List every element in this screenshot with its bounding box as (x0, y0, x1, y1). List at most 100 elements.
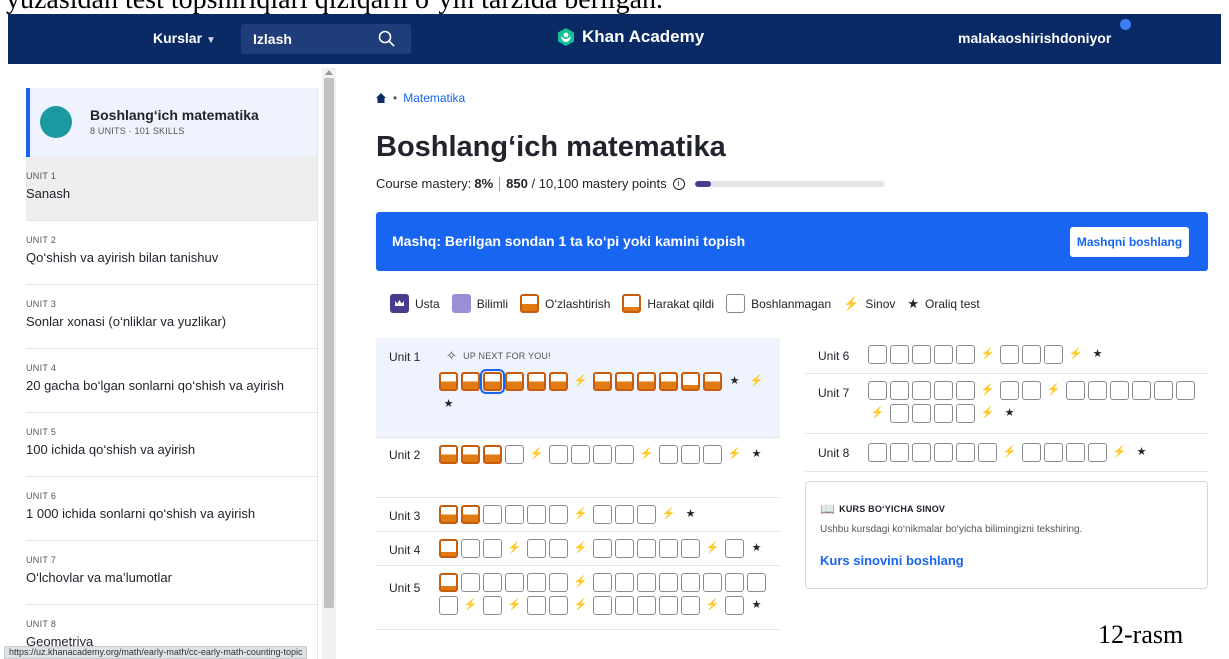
skill-not-started[interactable] (868, 345, 887, 364)
skill-familiar[interactable] (483, 445, 502, 464)
skill-not-started[interactable] (725, 573, 744, 592)
skill-not-started[interactable] (956, 443, 975, 462)
unit-test-star-icon[interactable]: ★ (1000, 404, 1019, 423)
skill-not-started[interactable] (461, 573, 480, 592)
skill-familiar[interactable] (461, 505, 480, 524)
unit-row-label[interactable]: Unit 1 (389, 350, 420, 364)
skill-not-started[interactable] (1022, 381, 1041, 400)
sidebar-item-unit-3[interactable]: UNIT 3 Sonlar xonasi (o‘nliklar va yuzlik… (26, 285, 317, 349)
scroll-up-icon[interactable] (325, 70, 333, 75)
sidebar-item-unit-1[interactable]: UNIT 1 Sanash (26, 157, 317, 221)
skill-not-started[interactable] (615, 445, 634, 464)
unit-test-star-icon[interactable]: ★ (747, 445, 766, 464)
quiz-lightning-icon[interactable]: ⚡ (505, 596, 524, 615)
skill-not-started[interactable] (1022, 443, 1041, 462)
quiz-lightning-icon[interactable]: ⚡ (978, 381, 997, 400)
skill-not-started[interactable] (703, 573, 722, 592)
skill-not-started[interactable] (1132, 381, 1151, 400)
skill-familiar[interactable] (637, 372, 656, 391)
skill-not-started[interactable] (549, 539, 568, 558)
unit-test-star-icon[interactable]: ★ (725, 372, 744, 391)
skill-not-started[interactable] (1154, 381, 1173, 400)
scrollbar-thumb[interactable] (324, 78, 334, 608)
skill-not-started[interactable] (978, 443, 997, 462)
skill-not-started[interactable] (890, 381, 909, 400)
unit-test-star-icon[interactable]: ★ (747, 539, 766, 558)
skill-not-started[interactable] (890, 404, 909, 423)
skill-not-started[interactable] (549, 573, 568, 592)
skill-not-started[interactable] (1110, 381, 1129, 400)
skill-not-started[interactable] (681, 596, 700, 615)
courses-menu[interactable]: Kurslar ▼ (153, 30, 216, 46)
quiz-lightning-icon[interactable]: ⚡ (505, 539, 524, 558)
sidebar-item-unit-7[interactable]: UNIT 7 O‘lchovlar va ma’lumotlar (26, 541, 317, 605)
skill-not-started[interactable] (483, 573, 502, 592)
quiz-lightning-icon[interactable]: ⚡ (659, 505, 678, 524)
skill-attempted[interactable] (439, 539, 458, 558)
quiz-lightning-icon[interactable]: ⚡ (725, 445, 744, 464)
quiz-lightning-icon[interactable]: ⚡ (747, 372, 766, 391)
skill-not-started[interactable] (615, 596, 634, 615)
unit-row-label[interactable]: Unit 2 (389, 448, 420, 462)
skill-not-started[interactable] (637, 573, 656, 592)
khan-academy-logo[interactable]: Khan Academy (556, 27, 704, 47)
skill-not-started[interactable] (681, 445, 700, 464)
skill-familiar[interactable] (439, 445, 458, 464)
skill-not-started[interactable] (659, 573, 678, 592)
skill-familiar[interactable] (659, 372, 678, 391)
unit-row-label[interactable]: Unit 3 (389, 509, 420, 523)
skill-not-started[interactable] (956, 345, 975, 364)
skill-not-started[interactable] (1044, 345, 1063, 364)
skill-not-started[interactable] (483, 505, 502, 524)
skill-not-started[interactable] (505, 445, 524, 464)
skill-not-started[interactable] (659, 539, 678, 558)
sidebar-scrollbar[interactable] (322, 68, 336, 659)
info-icon[interactable]: i (672, 177, 685, 190)
skill-not-started[interactable] (868, 381, 887, 400)
quiz-lightning-icon[interactable]: ⚡ (978, 345, 997, 364)
skill-not-started[interactable] (461, 539, 480, 558)
skill-not-started[interactable] (681, 573, 700, 592)
skill-not-started[interactable] (549, 445, 568, 464)
start-course-challenge-link[interactable]: Kurs sinovini boshlang (820, 553, 964, 568)
unit-row-label[interactable]: Unit 8 (818, 446, 849, 460)
skill-not-started[interactable] (681, 539, 700, 558)
skill-not-started[interactable] (637, 596, 656, 615)
skill-attempted[interactable] (439, 573, 458, 592)
quiz-lightning-icon[interactable]: ⚡ (571, 573, 590, 592)
sidebar-item-unit-5[interactable]: UNIT 5 100 ichida qo‘shish va ayirish (26, 413, 317, 477)
unit-test-star-icon[interactable]: ★ (681, 505, 700, 524)
skill-not-started[interactable] (956, 404, 975, 423)
skill-not-started[interactable] (725, 596, 744, 615)
skill-attempted[interactable] (681, 372, 700, 391)
skill-not-started[interactable] (890, 443, 909, 462)
skill-not-started[interactable] (1000, 345, 1019, 364)
skill-not-started[interactable] (1088, 381, 1107, 400)
unit-row-label[interactable]: Unit 4 (389, 543, 420, 557)
quiz-lightning-icon[interactable]: ⚡ (703, 539, 722, 558)
search-icon[interactable] (377, 29, 397, 49)
skill-not-started[interactable] (1022, 345, 1041, 364)
unit-test-star-icon[interactable]: ★ (1132, 443, 1151, 462)
quiz-lightning-icon[interactable]: ⚡ (571, 539, 590, 558)
skill-familiar[interactable] (439, 372, 458, 391)
skill-not-started[interactable] (1066, 443, 1085, 462)
skill-not-started[interactable] (912, 381, 931, 400)
skill-not-started[interactable] (615, 573, 634, 592)
quiz-lightning-icon[interactable]: ⚡ (1000, 443, 1019, 462)
skill-not-started[interactable] (527, 573, 546, 592)
unit-test-star-icon[interactable]: ★ (747, 596, 766, 615)
skill-familiar-selected[interactable] (480, 369, 505, 394)
quiz-lightning-icon[interactable]: ⚡ (1066, 345, 1085, 364)
skill-not-started[interactable] (483, 596, 502, 615)
skill-not-started[interactable] (1000, 381, 1019, 400)
skill-not-started[interactable] (593, 505, 612, 524)
skill-familiar[interactable] (549, 372, 568, 391)
skill-not-started[interactable] (912, 404, 931, 423)
unit-test-star-icon[interactable]: ★ (439, 395, 458, 414)
skill-not-started[interactable] (571, 445, 590, 464)
skill-not-started[interactable] (747, 573, 766, 592)
quiz-lightning-icon[interactable]: ⚡ (703, 596, 722, 615)
quiz-lightning-icon[interactable]: ⚡ (527, 445, 546, 464)
start-practice-button[interactable]: Mashqni boshlang (1070, 227, 1189, 257)
